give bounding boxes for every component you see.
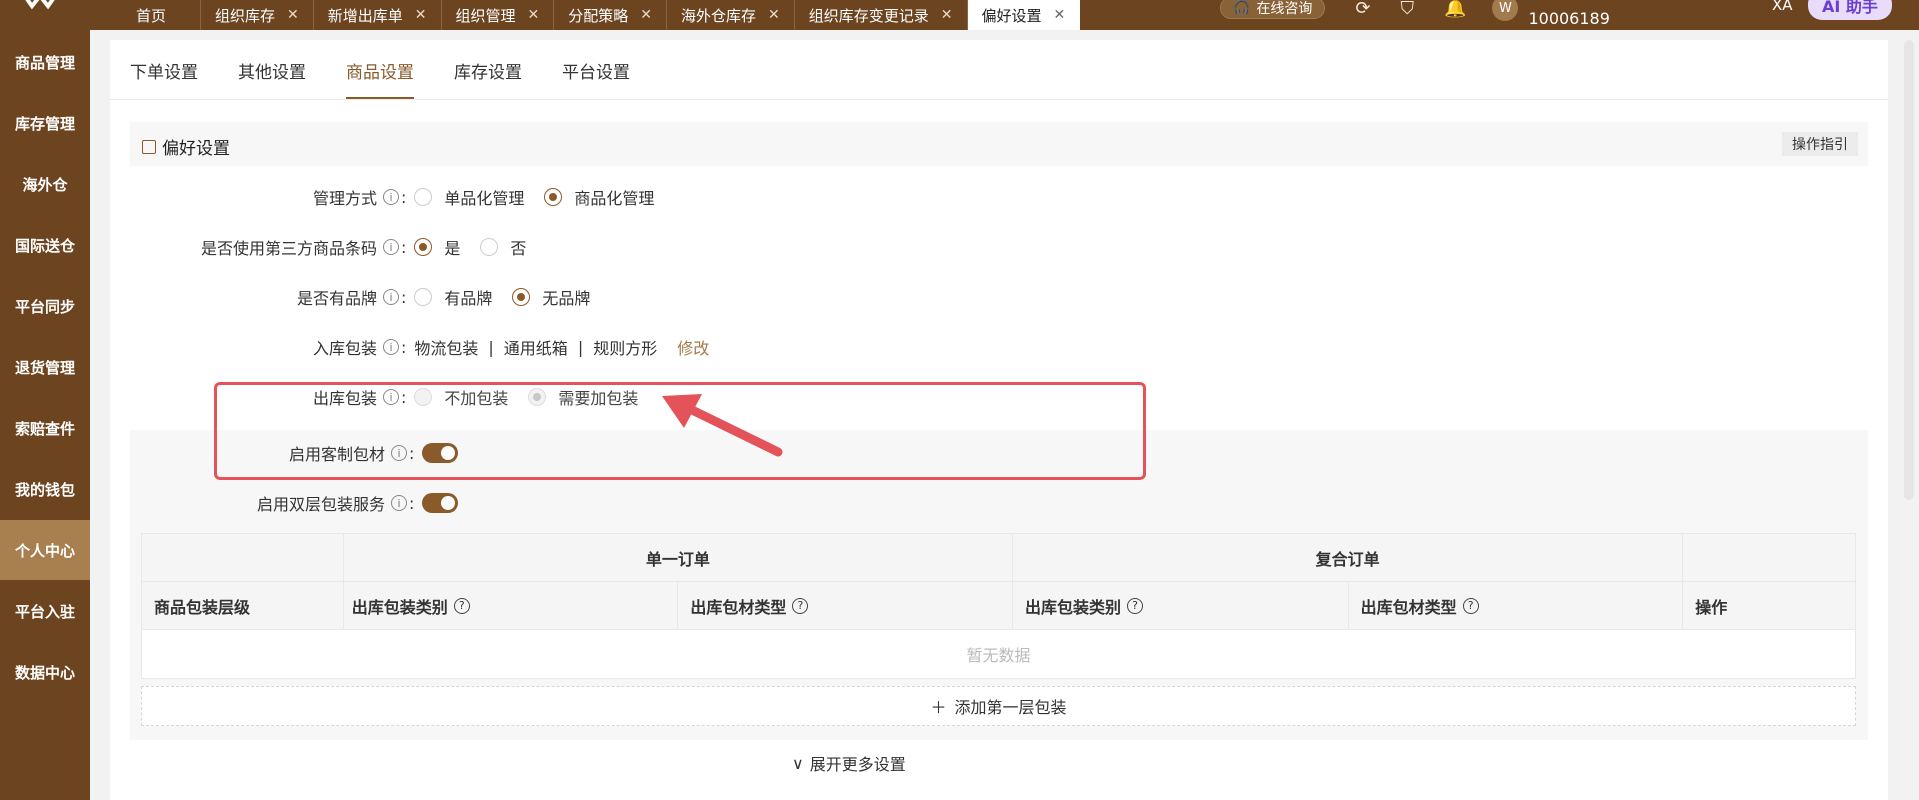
close-icon[interactable]: ✕ bbox=[941, 7, 953, 23]
radio-product-management[interactable]: 商品化管理 bbox=[544, 185, 654, 209]
column-header: 出库包材类型? bbox=[1348, 582, 1684, 630]
inbound-pack-value: 规则方形 bbox=[593, 339, 658, 358]
tab-7[interactable]: 偏好设置 ✕ bbox=[967, 0, 1081, 30]
tab-3[interactable]: 组织管理 ✕ bbox=[442, 0, 555, 30]
sidebar-item-2[interactable]: 海外仓 bbox=[0, 154, 90, 214]
chevron-down-icon: ∨ bbox=[792, 753, 804, 773]
brand-logo-icon bbox=[25, 0, 55, 10]
subtab-1[interactable]: 其他设置 bbox=[238, 40, 306, 100]
tab-1[interactable]: 组织库存 ✕ bbox=[201, 0, 314, 30]
subtab-3[interactable]: 库存设置 bbox=[454, 40, 522, 100]
bell-icon[interactable]: 🔔 bbox=[1444, 0, 1466, 19]
sidebar-item-9[interactable]: 平台入驻 bbox=[0, 581, 90, 641]
info-icon[interactable]: i bbox=[383, 239, 399, 255]
info-icon[interactable]: i bbox=[383, 289, 399, 305]
setting-row-brand: 是否有品牌 i: 有品牌 无品牌 bbox=[110, 285, 610, 309]
setting-row-management: 管理方式 i: 单品化管理 商品化管理 bbox=[110, 185, 674, 209]
sliders-icon bbox=[142, 139, 156, 154]
info-icon[interactable]: i bbox=[391, 495, 407, 511]
setting-row-inbound-pack: 入库包装 i: 物流包装 | 通用纸箱 | 规则方形 修改 bbox=[110, 335, 709, 359]
help-icon[interactable]: ? bbox=[1127, 597, 1143, 614]
sidebar-item-5[interactable]: 退货管理 bbox=[0, 337, 90, 397]
help-icon[interactable]: ? bbox=[1462, 597, 1479, 614]
refresh-icon[interactable]: ⟳ bbox=[1355, 0, 1370, 19]
close-icon[interactable]: ✕ bbox=[768, 7, 780, 23]
close-icon[interactable]: ✕ bbox=[415, 7, 427, 23]
section-title: 偏好设置 bbox=[162, 139, 230, 159]
close-icon[interactable]: ✕ bbox=[287, 7, 299, 23]
column-header: 出库包材类型? bbox=[678, 582, 1013, 630]
close-icon[interactable]: ✕ bbox=[640, 7, 652, 23]
subtab-0[interactable]: 下单设置 bbox=[130, 40, 198, 100]
sidebar-item-0[interactable]: 商品管理 bbox=[0, 32, 90, 92]
edit-inbound-pack-link[interactable]: 修改 bbox=[677, 335, 709, 359]
close-icon[interactable]: ✕ bbox=[1054, 7, 1066, 23]
sidebar-item-10[interactable]: 数据中心 bbox=[0, 642, 90, 702]
tab-5[interactable]: 海外仓库存 ✕ bbox=[667, 0, 795, 30]
tab-2[interactable]: 新增出库单 ✕ bbox=[314, 0, 442, 30]
tab-0[interactable]: 首页 bbox=[120, 0, 202, 30]
radio-has-brand[interactable]: 有品牌 bbox=[414, 285, 492, 309]
setting-row-double-layer: 启用双层包装服务 i: bbox=[110, 491, 459, 515]
column-header: 操作 bbox=[1683, 582, 1856, 630]
subtabs-divider bbox=[110, 99, 1888, 100]
column-header: 出库包装类别? bbox=[1012, 582, 1349, 630]
info-icon[interactable]: i bbox=[383, 189, 399, 205]
help-icon[interactable]: ? bbox=[453, 597, 470, 614]
operation-guide-button[interactable]: 操作指引 bbox=[1782, 132, 1858, 156]
sidebar-item-7[interactable]: 我的钱包 bbox=[0, 459, 90, 519]
double-layer-toggle[interactable] bbox=[422, 493, 459, 513]
sidebar-item-4[interactable]: 平台同步 bbox=[0, 276, 90, 336]
close-icon[interactable]: ✕ bbox=[528, 7, 540, 23]
radio-no-brand[interactable]: 无品牌 bbox=[512, 285, 590, 309]
shield-icon[interactable]: ⛉ bbox=[1401, 0, 1415, 19]
inbound-pack-value: 物流包装 bbox=[414, 339, 479, 358]
sidebar-item-1[interactable]: 库存管理 bbox=[0, 93, 90, 153]
radio-single-management[interactable]: 单品化管理 bbox=[414, 185, 524, 209]
page-scrollbar[interactable] bbox=[1904, 40, 1914, 500]
table-empty-state: 暂无数据 bbox=[142, 630, 1855, 678]
group-header-single: 单一订单 bbox=[343, 534, 1013, 582]
column-header: 出库包装类别? bbox=[343, 582, 679, 630]
language-switch-icon[interactable]: XA bbox=[1772, 0, 1793, 14]
headset-icon: 🎧 bbox=[1233, 0, 1251, 16]
ai-assistant-button[interactable]: AI 助手 bbox=[1808, 0, 1892, 20]
subtab-4[interactable]: 平台设置 bbox=[562, 40, 630, 100]
tab-6[interactable]: 组织库存变更记录 ✕ bbox=[795, 0, 968, 30]
plus-icon: ＋ bbox=[930, 698, 947, 717]
annotation-arrow-icon bbox=[662, 394, 783, 457]
column-header: 商品包装层级 bbox=[142, 582, 344, 630]
help-icon[interactable]: ? bbox=[792, 597, 809, 614]
radio-barcode-no[interactable]: 否 bbox=[480, 235, 526, 259]
inbound-pack-value: 通用纸箱 bbox=[503, 339, 568, 358]
tab-4[interactable]: 分配策略 ✕ bbox=[554, 0, 668, 30]
sidebar-item-6[interactable]: 索赔查件 bbox=[0, 398, 90, 458]
top-right-tools: 🎧 在线咨询 ⟳ ⛉ 🔔 W 10006189 bbox=[1220, 0, 1610, 30]
sidebar-item-8[interactable]: 个人中心 bbox=[0, 520, 90, 580]
radio-barcode-yes[interactable]: 是 bbox=[414, 235, 460, 259]
section-header: 偏好设置 操作指引 bbox=[130, 122, 1868, 166]
user-id: 10006189 bbox=[1528, 8, 1610, 28]
sidebar: 商品管理 库存管理 海外仓 国际送仓 平台同步 退货管理 索赔查件 我的钱包 个人中心 平台入驻数… bbox=[0, 30, 90, 800]
avatar[interactable]: W bbox=[1492, 0, 1519, 21]
page-tabs: 首页 组织库存 ✕ 新增出库单 ✕ 组织管理 ✕ 分配策略 ✕ 海外仓库存 ✕ 组织库存变更记录 ✕ 偏好… bbox=[120, 0, 1081, 30]
expand-more-settings[interactable]: ∨ 展开更多设置 bbox=[792, 751, 906, 775]
info-icon[interactable]: i bbox=[383, 339, 399, 355]
setting-row-barcode: 是否使用第三方商品条码 i: 是 否 bbox=[110, 235, 546, 259]
settings-subtabs: 下单设置 其他设置 商品设置 库存设置 平台设置 bbox=[130, 40, 630, 100]
sidebar-item-3[interactable]: 国际送仓 bbox=[0, 215, 90, 275]
subtab-2[interactable]: 商品设置 bbox=[346, 40, 414, 100]
online-consult-button[interactable]: 🎧 在线咨询 bbox=[1220, 0, 1326, 19]
add-first-layer-button[interactable]: ＋ 添加第一层包装 bbox=[141, 686, 1856, 726]
packaging-table: 单一订单 复合订单 商品包装层级 出库包装类别? 出库包材类型? 出库包装类别?… bbox=[141, 533, 1856, 679]
group-header-compound: 复合订单 bbox=[1012, 534, 1684, 582]
top-bar: 首页 组织库存 ✕ 新增出库单 ✕ 组织管理 ✕ 分配策略 ✕ 海外仓库存 ✕ 组织库存变更记录 ✕ 偏好… bbox=[0, 0, 1919, 30]
